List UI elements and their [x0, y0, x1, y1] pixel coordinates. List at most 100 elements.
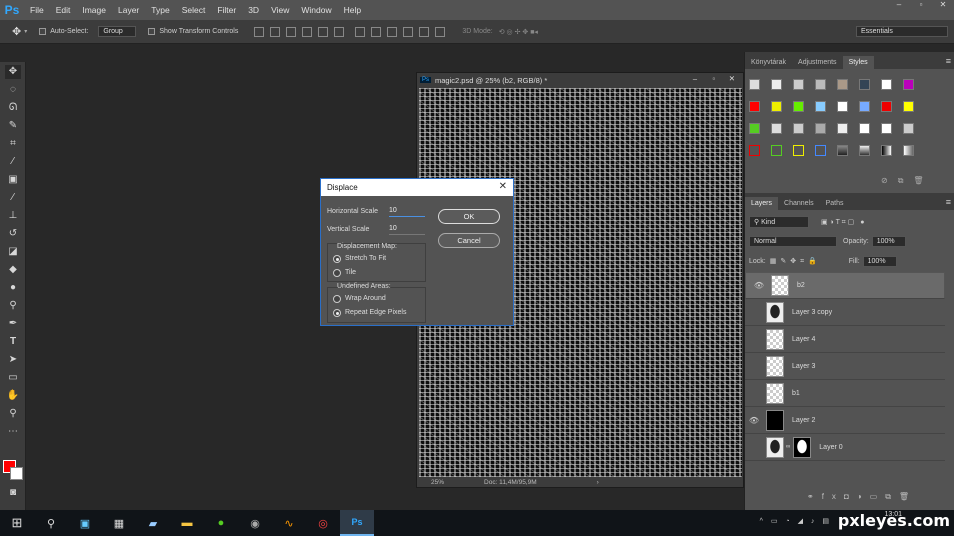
layer-filter-dropdown[interactable]: ⚲ Kind [749, 216, 809, 228]
maximize-icon[interactable]: ▫ [910, 0, 932, 12]
menu-image[interactable]: Image [76, 5, 112, 15]
ok-button[interactable]: OK [438, 209, 500, 224]
style-swatch[interactable] [859, 79, 870, 90]
calculator-icon[interactable]: ▦ [102, 510, 136, 536]
chrome-icon[interactable]: ◎ [306, 510, 340, 536]
menu-type[interactable]: Type [145, 5, 175, 15]
delete-layer-icon[interactable]: 🗑 [899, 492, 917, 501]
style-swatch[interactable] [903, 145, 914, 156]
tab-libraries[interactable]: Könyvtárak [745, 56, 792, 69]
doc-minimize-icon[interactable]: – [693, 74, 697, 83]
style-swatch[interactable] [837, 123, 848, 134]
style-swatch[interactable] [749, 79, 760, 90]
app-orange-icon[interactable]: ∿ [272, 510, 306, 536]
menu-file[interactable]: File [24, 5, 50, 15]
style-swatch[interactable] [793, 145, 804, 156]
align-middle-icon[interactable] [270, 26, 281, 37]
link-layers-icon[interactable]: ⚭ [807, 492, 822, 501]
adjustment-layer-icon[interactable]: ◑ [857, 492, 870, 501]
filter-pixel-icon[interactable]: ▣ ◑ T ⌗ ▢ [821, 218, 854, 227]
style-swatch[interactable] [793, 101, 804, 112]
game-icon[interactable]: ◉ [238, 510, 272, 536]
clone-stamp-tool-icon[interactable]: ⊥ [5, 209, 21, 223]
workspace-dropdown[interactable]: Essentials [856, 26, 948, 37]
opacity-input[interactable]: 100% [871, 236, 906, 247]
distribute-bottom-icon[interactable] [387, 26, 398, 37]
type-tool-icon[interactable]: T [5, 335, 21, 349]
eyedropper-tool-icon[interactable]: ⁄ [5, 155, 21, 169]
tile-radio[interactable] [333, 269, 341, 277]
style-swatch[interactable] [837, 101, 848, 112]
filter-toggle-icon[interactable]: ● [860, 219, 864, 226]
photoshop-taskbar-icon[interactable]: Ps [340, 510, 374, 536]
tab-adjustments[interactable]: Adjustments [792, 56, 843, 69]
blend-mode-dropdown[interactable]: Normal [749, 236, 837, 247]
file-explorer-icon[interactable]: ▬ [170, 510, 204, 536]
minimize-icon[interactable]: – [888, 0, 910, 12]
align-center-icon[interactable] [318, 26, 329, 37]
stretch-to-fit-label[interactable]: Stretch To Fit [345, 255, 386, 262]
wrap-around-radio[interactable] [333, 295, 341, 303]
style-swatch[interactable] [815, 79, 826, 90]
pen-tool-icon[interactable]: ✒ [5, 317, 21, 331]
windows-start-icon[interactable]: ⊞ [0, 510, 34, 536]
stretch-to-fit-radio[interactable] [333, 255, 341, 263]
tile-label[interactable]: Tile [345, 269, 356, 276]
paint-bucket-tool-icon[interactable]: ◆ [5, 263, 21, 277]
layer-row[interactable]: Layer 4 [745, 326, 945, 353]
lasso-tool-icon[interactable]: ᘏ [5, 101, 21, 115]
style-swatch[interactable] [815, 145, 826, 156]
delete-style-icon[interactable]: 🗑 [913, 176, 933, 185]
hand-tool-icon[interactable]: ✋ [5, 389, 21, 403]
style-swatch[interactable] [793, 79, 804, 90]
doc-maximize-icon[interactable]: ▫ [712, 74, 715, 83]
rectangle-tool-icon[interactable]: ▭ [5, 371, 21, 385]
layer-row[interactable]: b1 [745, 380, 945, 407]
3d-orbit-icon[interactable]: ⟲ ◎ ✢ ✥ ■◂ [499, 28, 538, 36]
style-swatch[interactable] [793, 123, 804, 134]
horizontal-scale-input[interactable]: 10 [389, 207, 425, 217]
layer-row[interactable]: Layer 3 [745, 353, 945, 380]
style-swatch[interactable] [859, 145, 870, 156]
lock-icons[interactable]: ▦✎✥⌗🔒 [770, 257, 821, 266]
doc-close-icon[interactable]: ✕ [729, 74, 735, 83]
more-tools-icon[interactable]: ⋯ [5, 425, 21, 439]
dialog-title-bar[interactable]: Displace ✕ [321, 179, 513, 196]
status-arrow-icon[interactable]: › [597, 479, 599, 486]
style-swatch[interactable] [771, 123, 782, 134]
wrap-around-label[interactable]: Wrap Around [345, 295, 386, 302]
tab-paths[interactable]: Paths [820, 197, 850, 210]
style-swatch[interactable] [859, 123, 870, 134]
crop-tool-icon[interactable]: ⌗ [5, 137, 21, 151]
style-swatch[interactable] [749, 145, 760, 156]
utorrent-icon[interactable]: ● [204, 510, 238, 536]
notepad-icon[interactable]: ▰ [136, 510, 170, 536]
style-swatch[interactable] [903, 79, 914, 90]
zoom-tool-icon[interactable]: ⚲ [5, 407, 21, 421]
show-transform-checkbox[interactable] [148, 28, 156, 35]
menu-edit[interactable]: Edit [50, 5, 77, 15]
style-swatch[interactable] [815, 123, 826, 134]
layer-row[interactable]: ∞ Layer 0 [745, 434, 945, 461]
auto-select-dropdown[interactable]: Group [98, 26, 137, 37]
layers-panel-menu-icon[interactable]: ≡ [946, 197, 951, 207]
new-group-icon[interactable]: ▭ [870, 492, 886, 501]
style-swatch[interactable] [859, 101, 870, 112]
new-style-icon[interactable]: ⧉ [898, 176, 914, 185]
menu-window[interactable]: Window [295, 5, 337, 15]
clear-style-icon[interactable]: ⊘ [881, 176, 898, 185]
align-right-icon[interactable] [334, 26, 345, 37]
tab-styles[interactable]: Styles [842, 56, 874, 69]
menu-help[interactable]: Help [338, 5, 367, 15]
cancel-button[interactable]: Cancel [438, 233, 500, 248]
search-icon[interactable]: ⚲ [34, 510, 68, 536]
distribute-middle-icon[interactable] [371, 26, 382, 37]
distribute-top-icon[interactable] [355, 26, 366, 37]
vertical-scale-input[interactable]: 10 [389, 225, 425, 235]
style-swatch[interactable] [881, 79, 892, 90]
visibility-eye-icon[interactable]: 👁 [750, 281, 768, 290]
history-brush-tool-icon[interactable]: ↺ [5, 227, 21, 241]
layer-row[interactable]: Layer 3 copy [745, 299, 945, 326]
style-swatch[interactable] [881, 123, 892, 134]
style-swatch[interactable] [881, 145, 892, 156]
